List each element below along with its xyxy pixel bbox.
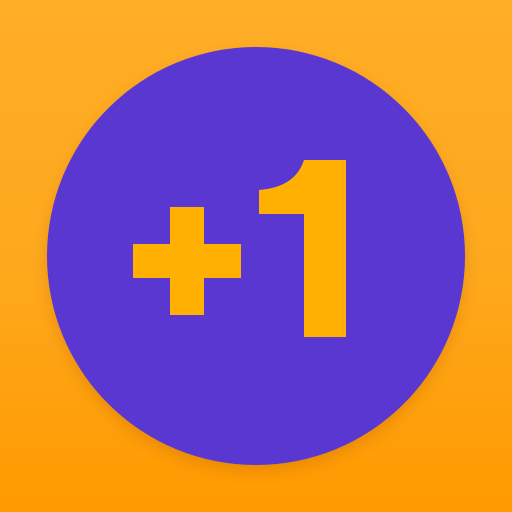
app-icon (0, 0, 512, 512)
badge-circle (47, 47, 465, 465)
plus-one-glyph (133, 160, 346, 337)
plus-icon (133, 207, 241, 315)
digit-one (259, 160, 346, 337)
